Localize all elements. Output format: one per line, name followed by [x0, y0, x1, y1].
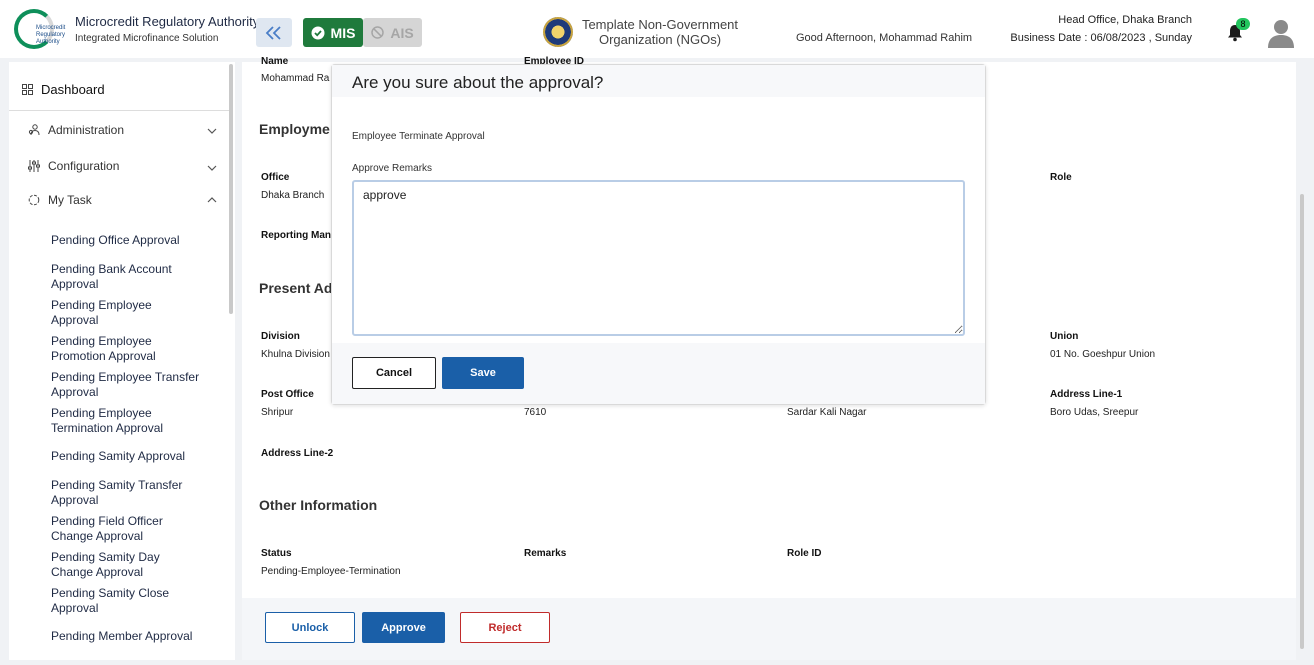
division-value: Khulna Division [261, 349, 330, 360]
ais-toggle-button[interactable]: AIS [363, 18, 422, 47]
role-id-label: Role ID [787, 548, 822, 559]
chevron-down-icon[interactable] [207, 126, 217, 137]
sidebar-task-employee-transfer-approval[interactable]: Pending Employee Transfer Approval [51, 370, 221, 400]
village-value: Sardar Kali Nagar [787, 407, 867, 418]
sidebar-item-label: Administration [48, 123, 125, 137]
address-line1-label: Address Line-1 [1050, 389, 1123, 400]
modal-subtitle: Employee Terminate Approval [352, 131, 485, 142]
brand-title: Microcredit Regulatory Authority [75, 14, 260, 29]
government-seal-icon [543, 17, 573, 47]
brand-subtitle: Integrated Microfinance Solution [75, 33, 219, 44]
org-name: Template Non-Government Organization (NG… [580, 17, 740, 47]
sidebar-task-samity-close-approval[interactable]: Pending Samity Close Approval [51, 586, 181, 616]
business-date: Business Date : 06/08/2023 , Sunday [1010, 32, 1192, 44]
sidebar-task-employee-promotion-approval[interactable]: Pending Employee Promotion Approval [51, 334, 171, 364]
present-address-section-title: Present Ad [259, 280, 333, 296]
approve-remarks-textarea[interactable]: approve [352, 180, 965, 336]
users-icon [28, 124, 40, 136]
check-circle-icon [311, 26, 325, 39]
sidebar-item-label: My Task [48, 193, 92, 207]
sliders-icon [28, 160, 40, 172]
address-line2-label: Address Line-2 [261, 448, 334, 459]
office-label: Office [261, 172, 290, 183]
sidebar-task-member-approval[interactable]: Pending Member Approval [51, 629, 221, 644]
ais-label: AIS [390, 24, 414, 41]
sidebar-item-label: Dashboard [41, 82, 105, 97]
sidebar-task-field-officer-change-approval[interactable]: Pending Field Officer Change Approval [51, 514, 171, 544]
ban-icon [371, 26, 385, 39]
sidebar-task-samity-day-change-approval[interactable]: Pending Samity Day Change Approval [51, 550, 171, 580]
sidebar-item-administration[interactable]: Administration [28, 123, 235, 137]
status-label: Status [261, 548, 292, 559]
reporting-manager-label: Reporting Man [261, 230, 331, 241]
sidebar-task-samity-transfer-approval[interactable]: Pending Samity Transfer Approval [51, 478, 201, 508]
mis-label: MIS [330, 24, 356, 41]
address-line1-value: Boro Udas, Sreepur [1050, 407, 1139, 418]
collapse-sidebar-button[interactable] [256, 18, 292, 47]
mis-toggle-button[interactable]: MIS [303, 18, 363, 47]
name-value: Mohammad Ra [261, 73, 330, 84]
org-name-line2: Organization (NGOs) [598, 32, 722, 47]
logo-text: Microcredit Regulatory Authority [36, 25, 66, 45]
double-chevron-left-icon [265, 25, 281, 40]
other-information-section-title: Other Information [259, 497, 378, 513]
modal-title: Are you sure about the approval? [352, 73, 604, 92]
post-office-value: Shripur [261, 407, 294, 418]
sidebar-scrollbar[interactable] [229, 64, 233, 314]
loader-icon [28, 194, 40, 206]
status-value: Pending-Employee-Termination [261, 566, 401, 577]
sidebar-divider [9, 110, 231, 111]
sidebar-task-office-approval[interactable]: Pending Office Approval [51, 233, 221, 248]
sidebar-item-dashboard[interactable]: Dashboard [21, 82, 235, 97]
save-button[interactable]: Save [442, 357, 524, 389]
sidebar: Dashboard Administration Configuration M… [9, 62, 235, 660]
office-value: Dhaka Branch [261, 190, 325, 201]
cancel-button[interactable]: Cancel [352, 357, 436, 389]
role-label: Role [1050, 172, 1072, 183]
union-label: Union [1050, 331, 1079, 342]
greeting-text: Good Afternoon, Mohammad Rahim [796, 32, 973, 44]
sidebar-task-employee-approval[interactable]: Pending Employee Approval [51, 298, 161, 328]
approval-confirmation-modal: Are you sure about the approval? Employe… [331, 64, 986, 405]
sidebar-item-configuration[interactable]: Configuration [28, 159, 235, 173]
union-value: 01 No. Goeshpur Union [1050, 349, 1156, 360]
grid-icon [21, 84, 33, 96]
notification-badge: 8 [1236, 18, 1250, 30]
post-office-label: Post Office [261, 389, 314, 400]
sidebar-item-label: Configuration [48, 159, 120, 173]
division-label: Division [261, 331, 300, 342]
employment-section-title: Employme [259, 121, 330, 137]
main-scrollbar[interactable] [1300, 194, 1304, 649]
sidebar-task-bank-account-approval[interactable]: Pending Bank Account Approval [51, 262, 221, 292]
unlock-button[interactable]: Unlock [265, 612, 355, 643]
approve-remarks-label: Approve Remarks [352, 163, 433, 174]
user-avatar-icon[interactable] [1267, 18, 1295, 48]
branch-name: Head Office, Dhaka Branch [1058, 14, 1192, 26]
name-label: Name [261, 56, 289, 67]
reject-button[interactable]: Reject [460, 612, 550, 643]
org-name-line1: Template Non-Government [581, 17, 739, 32]
app-header: Microcredit Regulatory Authority Microcr… [0, 0, 1314, 58]
approve-button[interactable]: Approve [362, 612, 445, 643]
chevron-down-icon[interactable] [207, 163, 217, 174]
sidebar-task-samity-approval[interactable]: Pending Samity Approval [51, 449, 221, 464]
chevron-up-icon[interactable] [207, 195, 217, 206]
sidebar-item-my-task[interactable]: My Task [28, 193, 235, 207]
sidebar-task-employee-termination-approval[interactable]: Pending Employee Termination Approval [51, 406, 181, 436]
post-code-value: 7610 [524, 407, 547, 418]
remarks-label: Remarks [524, 548, 567, 559]
